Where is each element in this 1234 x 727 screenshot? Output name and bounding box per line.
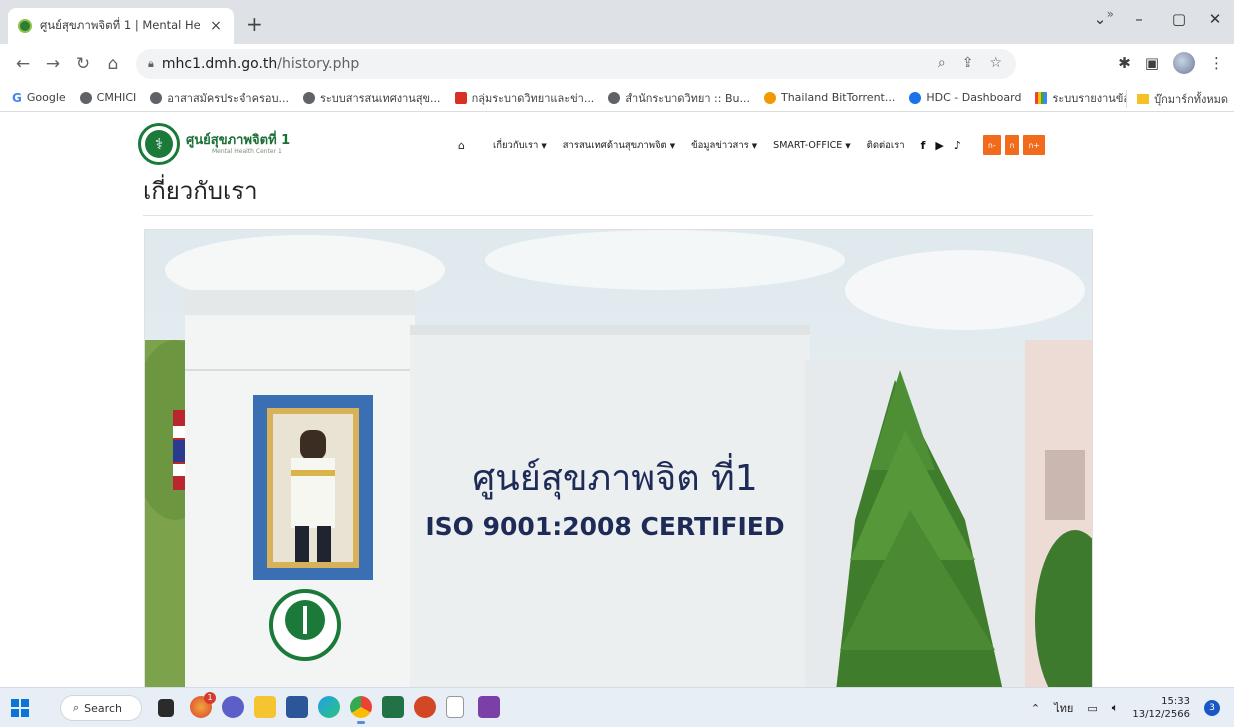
url-host: mhc1.dmh.go.th bbox=[161, 56, 278, 72]
volume-icon[interactable]: 🔈︎ bbox=[1112, 701, 1119, 715]
nav-smart-office[interactable]: SMART-OFFICE ▼ bbox=[773, 140, 851, 151]
clock[interactable]: 15:33 13/12/2566 bbox=[1132, 695, 1190, 721]
font-increase-button[interactable]: ก+ bbox=[1023, 135, 1045, 155]
input-language[interactable]: ไทย bbox=[1054, 699, 1073, 717]
site-navigation: ⌂ เกี่ยวกับเรา ▼ สารสนเทศด้านสุขภาพจิต ▼ ข… bbox=[458, 135, 1045, 155]
chevron-down-icon: ▼ bbox=[751, 141, 758, 150]
home-nav-icon[interactable]: ⌂ bbox=[458, 139, 465, 152]
task-view-icon[interactable] bbox=[158, 699, 174, 717]
lock-icon[interactable]: 🔒︎ bbox=[148, 57, 154, 71]
nav-news[interactable]: ข้อมูลข่าวสาร ▼ bbox=[691, 138, 757, 153]
nav-about-us[interactable]: เกี่ยวกับเรา ▼ bbox=[493, 138, 547, 153]
purple-app-icon[interactable] bbox=[478, 696, 500, 718]
all-bookmarks-button[interactable]: บุ๊กมาร์กทั้งหมด bbox=[1126, 90, 1228, 108]
globe-icon bbox=[150, 91, 163, 104]
logo-name-thai: ศูนย์สุขภาพจิตที่ 1 bbox=[186, 132, 291, 148]
torrent-icon bbox=[763, 91, 776, 104]
windows-start-icon[interactable] bbox=[11, 699, 29, 717]
browser-tab-active[interactable]: ศูนย์สุขภาพจิตที่ 1 | Mental Health × bbox=[8, 8, 234, 44]
site-logo[interactable]: ⚕ ศูนย์สุขภาพจิตที่ 1 Mental Health Cent… bbox=[138, 123, 290, 165]
chevron-down-icon: ▼ bbox=[845, 141, 851, 150]
restore-button[interactable]: ▢ bbox=[1164, 10, 1194, 28]
chat-icon[interactable] bbox=[222, 696, 244, 718]
globe-icon bbox=[79, 91, 92, 104]
back-arrow-icon[interactable]: ← bbox=[8, 54, 38, 74]
forward-arrow-icon[interactable]: → bbox=[38, 54, 68, 74]
font-decrease-button[interactable]: ก- bbox=[982, 135, 1001, 155]
network-icon[interactable]: ▭ bbox=[1087, 702, 1097, 715]
bookmarks-overflow-button[interactable]: » bbox=[1107, 7, 1114, 21]
excel-icon[interactable] bbox=[382, 696, 404, 718]
hdc-icon bbox=[909, 91, 922, 104]
tab-title: ศูนย์สุขภาพจิตที่ 1 | Mental Health bbox=[40, 18, 200, 32]
font-normal-button[interactable]: ก bbox=[1004, 135, 1020, 155]
zoom-icon[interactable]: ⌕ bbox=[938, 55, 946, 71]
font-size-controls: ก- ก ก+ bbox=[982, 135, 1045, 155]
ministry-emblem-icon: ⚕ bbox=[138, 123, 180, 165]
folder-icon bbox=[1137, 94, 1150, 104]
building-sign-thai: ศูนย์สุขภาพจิต ที่1 bbox=[472, 453, 757, 500]
powerpoint-icon[interactable] bbox=[414, 696, 436, 718]
title-divider bbox=[143, 215, 1093, 216]
tray-overflow-chevron-icon[interactable]: ⌃ bbox=[1031, 702, 1040, 715]
web-page: ⚕ ศูนย์สุขภาพจิตที่ 1 Mental Health Cent… bbox=[0, 113, 1234, 687]
chevron-down-icon: ▼ bbox=[541, 141, 547, 150]
app-notification-icon[interactable]: 1 bbox=[190, 692, 216, 718]
minimize-button[interactable]: – bbox=[1124, 10, 1154, 28]
chrome-icon[interactable] bbox=[350, 696, 372, 724]
browser-tabstrip: ศูนย์สุขภาพจิตที่ 1 | Mental Health × + … bbox=[0, 0, 1234, 44]
url-path: /history.php bbox=[277, 56, 360, 72]
side-panel-icon[interactable]: ▣ bbox=[1145, 54, 1159, 72]
edge-icon[interactable] bbox=[318, 696, 340, 718]
google-icon: G bbox=[12, 90, 22, 105]
browser-toolbar: ← → ↻ ⌂ 🔒︎ mhc1.dmh.go.th/history.php ⌕ … bbox=[0, 44, 1234, 84]
bookmark-google[interactable]: G Google bbox=[12, 91, 66, 105]
share-icon[interactable]: ⇪ bbox=[962, 55, 974, 71]
windows-taskbar: ⌕ Search 1 ⌃ ไทย ▭ 🔈︎ 15:33 13/12/2566 3 bbox=[0, 687, 1234, 727]
notification-badge[interactable]: 3 bbox=[1204, 700, 1220, 716]
youtube-icon[interactable]: ▶ bbox=[935, 139, 943, 152]
tiktok-icon[interactable]: ♪ bbox=[954, 139, 961, 152]
system-tray: ⌃ ไทย ▭ 🔈︎ 15:33 13/12/2566 3 bbox=[1031, 688, 1220, 727]
site-favicon-icon bbox=[18, 19, 32, 33]
bookmark-health-info[interactable]: ระบบสารสนเทศงานสุข... bbox=[302, 89, 441, 107]
extensions-puzzle-icon[interactable]: ✱ bbox=[1118, 54, 1131, 72]
globe-icon bbox=[302, 91, 315, 104]
close-window-button[interactable]: ✕ bbox=[1200, 10, 1230, 28]
bookmark-hdc[interactable]: HDC - Dashboard bbox=[909, 91, 1021, 104]
facebook-icon[interactable]: f bbox=[921, 139, 926, 152]
menu-kebab-icon[interactable]: ⋮ bbox=[1209, 54, 1224, 72]
word-icon[interactable] bbox=[286, 696, 308, 718]
image-icon bbox=[454, 91, 467, 104]
bookmark-volunteer[interactable]: อาสาสมัครประจำครอบ... bbox=[150, 89, 289, 107]
address-bar[interactable]: 🔒︎ mhc1.dmh.go.th/history.php ⌕ ⇪ ☆ bbox=[136, 49, 1016, 79]
chevron-down-icon: ▼ bbox=[669, 141, 676, 150]
nav-contact[interactable]: ติดต่อเรา bbox=[867, 138, 905, 153]
globe-icon bbox=[608, 91, 621, 104]
bookmarks-bar: G Google CMHICI อาสาสมัครประจำครอบ... ระบ… bbox=[0, 84, 1234, 112]
bookmark-bittorrent[interactable]: Thailand BitTorrent... bbox=[763, 91, 895, 104]
new-tab-button[interactable]: + bbox=[246, 14, 263, 34]
bookmark-star-icon[interactable]: ☆ bbox=[989, 55, 1002, 71]
bookmark-bureau-epidemiology[interactable]: สำนักระบาดวิทยา :: Bu... bbox=[608, 89, 750, 107]
document-icon[interactable] bbox=[446, 696, 464, 718]
reload-icon[interactable]: ↻ bbox=[68, 54, 98, 74]
taskbar-search[interactable]: ⌕ Search bbox=[60, 695, 142, 721]
nav-mental-health-info[interactable]: สารสนเทศด้านสุขภาพจิต ▼ bbox=[563, 138, 675, 153]
logo-name-english: Mental Health Center 1 bbox=[212, 147, 282, 155]
bookmark-epidemiology-group[interactable]: กลุ่มระบาดวิทยาและข่า... bbox=[454, 89, 594, 107]
file-explorer-icon[interactable] bbox=[254, 696, 276, 718]
home-icon[interactable]: ⌂ bbox=[98, 54, 128, 74]
bookmark-cmhici[interactable]: CMHICI bbox=[79, 91, 136, 104]
hero-building-image: ศูนย์สุขภาพจิต ที่1 ISO 9001:2008 CERTIF… bbox=[144, 229, 1093, 687]
page-title: เกี่ยวกับเรา bbox=[143, 177, 258, 205]
building-sign-english: ISO 9001:2008 CERTIFIED bbox=[425, 512, 784, 541]
tab-close-icon[interactable]: × bbox=[208, 18, 224, 34]
search-icon: ⌕ bbox=[73, 701, 80, 714]
report-icon bbox=[1035, 91, 1048, 104]
profile-avatar[interactable] bbox=[1173, 52, 1195, 74]
